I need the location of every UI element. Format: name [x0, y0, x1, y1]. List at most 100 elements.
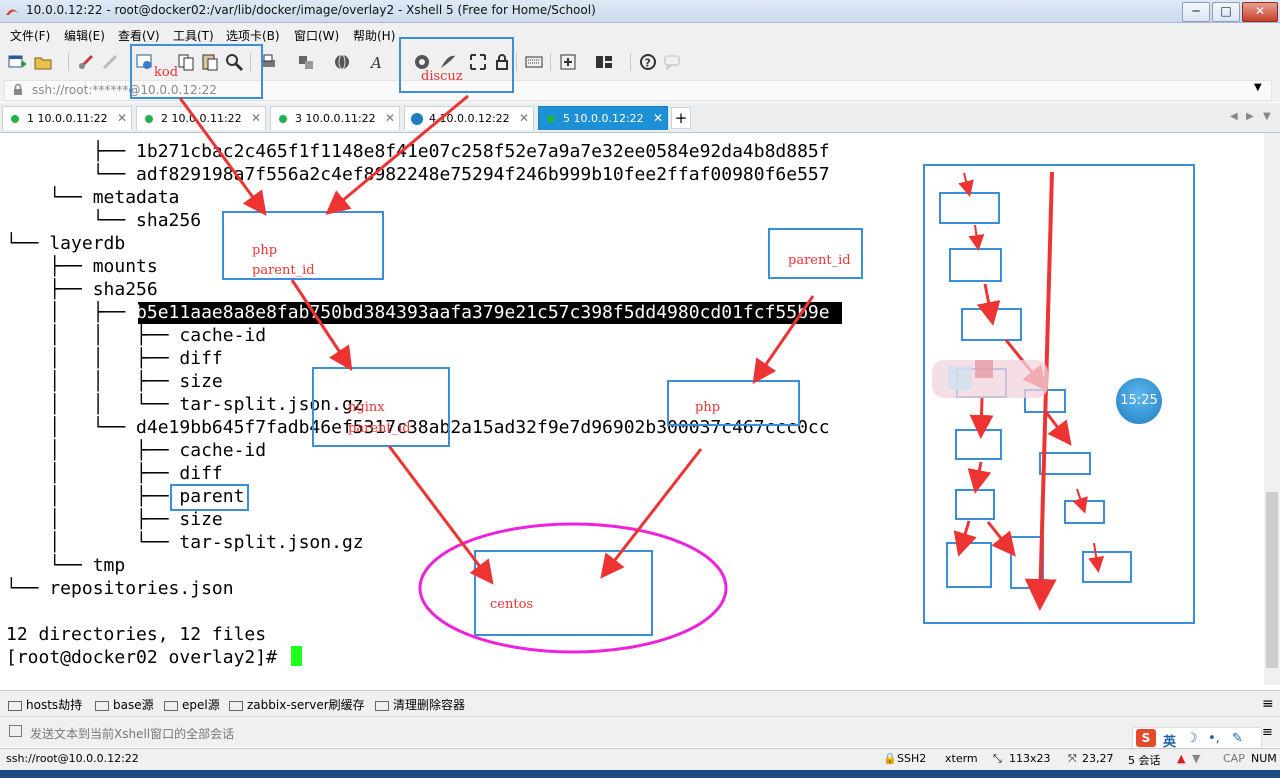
tab-close-icon[interactable]: ✕	[117, 111, 127, 125]
tab-close-icon[interactable]: ✕	[653, 111, 663, 125]
window-title: 10.0.0.12:22 - root@docker02:/var/lib/do…	[26, 3, 596, 17]
status-num: NUM	[1251, 752, 1277, 765]
reconnect-icon[interactable]	[100, 52, 120, 72]
add-icon[interactable]	[558, 52, 578, 72]
font-icon[interactable]: A	[368, 52, 388, 72]
menu-icon[interactable]: ≡	[1262, 725, 1273, 740]
arrow-down-icon[interactable]: ▼	[1192, 752, 1200, 765]
scrollbar-thumb[interactable]	[1266, 492, 1278, 668]
menu-tools[interactable]: 工具(T)	[173, 27, 214, 44]
punctuation-icon[interactable]: •,	[1208, 731, 1220, 746]
address-dropdown-icon[interactable]: ▼	[1254, 82, 1262, 93]
quick-command-cleanup[interactable]: 清理删除容器	[375, 696, 465, 713]
paste-icon[interactable]	[200, 52, 220, 72]
close-button[interactable]: ✕	[1242, 2, 1278, 22]
tab-close-icon[interactable]: ✕	[251, 111, 261, 125]
globe-icon[interactable]	[332, 52, 352, 72]
terminal-line: │ ├── size	[6, 509, 223, 530]
status-dot-icon	[11, 115, 19, 123]
terminal-line: ├── 1b271cbac2c465f1f1148e8f41e07c258f52…	[6, 141, 830, 162]
menu-help[interactable]: 帮助(H)	[353, 27, 395, 44]
status-sessions: 5 会话	[1128, 754, 1161, 767]
label-discuz: discuz	[421, 69, 463, 84]
chat-icon[interactable]	[662, 52, 682, 72]
quick-command-base[interactable]: base源	[95, 696, 154, 713]
tab-scroll-left-icon[interactable]: ◀	[1230, 111, 1238, 122]
compose-input[interactable]: 发送文本到当前Xshell窗口的全部会话	[30, 725, 234, 742]
menu-icon[interactable]: ≡	[1262, 696, 1274, 712]
transfer-icon[interactable]	[296, 52, 316, 72]
menu-edit[interactable]: 编辑(E)	[64, 27, 105, 44]
terminal-line: └── layerdb	[6, 233, 126, 254]
help-icon[interactable]: ?	[638, 52, 658, 72]
label-parent-id: parent_id	[788, 253, 851, 268]
terminal-line: └── metadata	[6, 187, 180, 208]
tab-menu-icon[interactable]: ▼	[1263, 111, 1271, 122]
taskbar-strip	[0, 770, 1280, 778]
caret-icon: ⤧	[1068, 752, 1077, 765]
tab-5[interactable]: 5 10.0.0.12:22 ✕	[538, 106, 668, 130]
find-icon[interactable]	[224, 52, 244, 72]
terminal-line: │ │ ├── diff	[6, 348, 223, 369]
toolbar-separator	[630, 53, 631, 71]
moon-icon[interactable]: ☽	[1186, 731, 1198, 746]
quick-command-hosts[interactable]: hosts劫持	[8, 696, 82, 713]
resize-icon: ⤡	[993, 752, 1002, 765]
keyboard-icon	[8, 700, 22, 711]
status-cursor: 23,27	[1082, 752, 1114, 765]
tab-4[interactable]: 4 10.0.0.12:22 ✕	[404, 106, 534, 130]
terminal-line: ├── mounts	[6, 256, 158, 277]
lock-icon	[14, 83, 22, 95]
menu-window[interactable]: 窗口(W)	[294, 27, 339, 44]
quick-command-zabbix[interactable]: zabbix-server刷缓存	[229, 696, 365, 713]
terminal-line: └── tmp	[6, 555, 126, 576]
menu-view[interactable]: 查看(V)	[118, 27, 160, 44]
terminal-line: └── sha256	[6, 210, 202, 231]
toolbar-separator	[516, 53, 517, 71]
terminal-line: │ │ ├── cache-id	[6, 325, 267, 346]
maximize-button[interactable]: □	[1212, 2, 1240, 22]
floating-clock-widget[interactable]: 15:25	[1116, 378, 1162, 424]
keyboard-icon[interactable]	[524, 52, 544, 72]
open-folder-icon[interactable]	[33, 52, 53, 72]
tab-close-icon[interactable]: ✕	[385, 111, 395, 125]
terminal-line: └── adf829198a7f556a2c4ef8982248e75294f2…	[6, 164, 830, 185]
lock-icon[interactable]	[492, 52, 512, 72]
layout-icon[interactable]	[594, 52, 614, 72]
terminal-line: ├── sha256	[6, 279, 158, 300]
properties-icon[interactable]	[135, 52, 155, 72]
print-icon[interactable]	[258, 52, 278, 72]
status-connection: ssh://root@10.0.0.12:22	[6, 752, 139, 765]
tab-2[interactable]: 2 10.0.0.11:22 ✕	[136, 106, 266, 130]
arrow-up-icon[interactable]: ▲	[1177, 752, 1185, 765]
menu-tabs[interactable]: 选项卡(B)	[226, 27, 280, 44]
label-nginx: nginx	[348, 400, 385, 415]
terminal-line: │ │ └── tar-split.json.gz	[6, 394, 364, 415]
keyboard-icon	[375, 700, 389, 711]
menu-file[interactable]: 文件(F)	[10, 27, 50, 44]
tab-scroll-right-icon[interactable]: ▶	[1246, 111, 1254, 122]
label-parent-id: parent_id	[252, 263, 315, 278]
terminal-line: │ ├── parent	[6, 486, 245, 507]
status-dot-icon	[145, 115, 153, 123]
selected-hash: b5e11aae8a8e8fab750bd384393aafa379e21c57…	[136, 302, 830, 323]
tab-1[interactable]: 1 10.0.0.11:22 ✕	[2, 106, 132, 130]
keyboard-icon	[95, 700, 109, 711]
toolbar-separator	[68, 53, 69, 71]
minimize-button[interactable]: ─	[1182, 2, 1210, 22]
new-session-icon[interactable]	[7, 52, 27, 72]
quick-command-epel[interactable]: epel源	[164, 696, 220, 713]
terminal-line: │ └── tar-split.json.gz	[6, 532, 364, 553]
wrench-icon[interactable]: ✎	[1232, 731, 1243, 746]
toolbar-separator	[250, 53, 251, 71]
status-dot-icon	[279, 115, 287, 123]
status-caps: CAP	[1223, 752, 1245, 765]
terminal-line: │ └── d4e19bb645f7fadb46ef5317c38ab2a15a…	[6, 417, 830, 438]
tab-3[interactable]: 3 10.0.0.11:22 ✕	[270, 106, 400, 130]
svg-text:?: ?	[645, 57, 651, 70]
add-tab-button[interactable]: +	[671, 107, 691, 129]
fullscreen-icon[interactable]	[468, 52, 488, 72]
tab-close-icon[interactable]: ✕	[519, 111, 529, 125]
disconnect-icon[interactable]	[76, 52, 96, 72]
copy-icon[interactable]	[176, 52, 196, 72]
